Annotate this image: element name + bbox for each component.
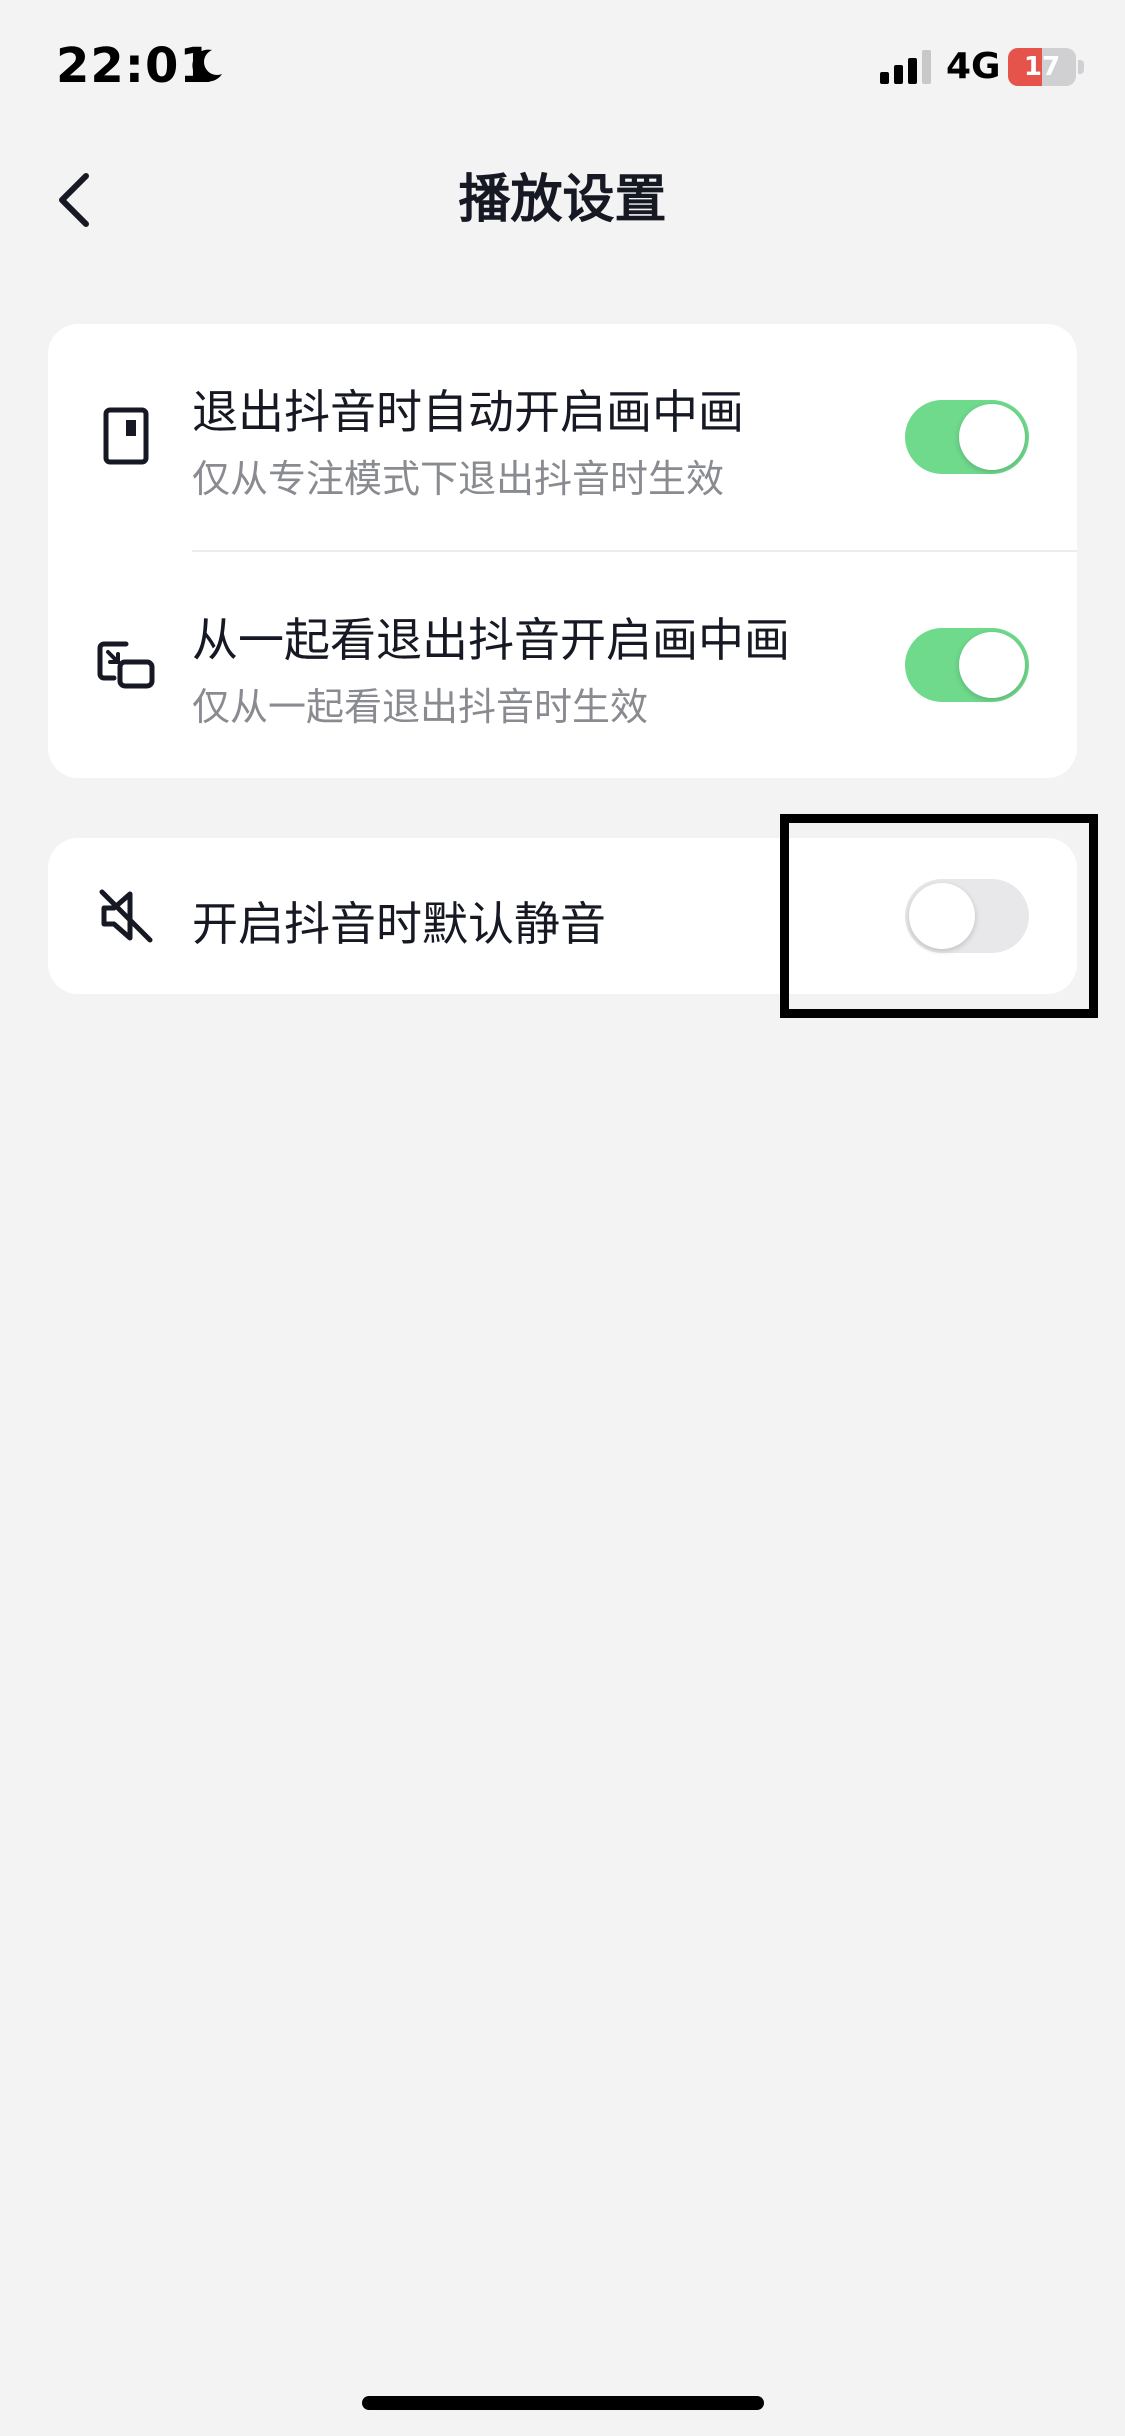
focus-mode-icon: [103, 407, 149, 465]
nav-bar: 播放设置: [0, 140, 1125, 260]
back-button[interactable]: [36, 162, 112, 238]
highlight-box: [780, 814, 1098, 1018]
battery-icon: 17: [1008, 48, 1084, 86]
screen: 22:01 4G 17 播放设置 退出抖音时自动开启画中画 仅从专注模式下退出抖…: [0, 0, 1125, 2436]
setting-subtitle: 仅从一起看退出抖音时生效: [192, 685, 649, 729]
watch-together-pip-toggle[interactable]: [905, 628, 1029, 702]
mute-icon: [99, 889, 153, 943]
setting-row-watch-together-pip[interactable]: 从一起看退出抖音开启画中画 仅从一起看退出抖音时生效: [48, 552, 1077, 778]
setting-row-auto-pip[interactable]: 退出抖音时自动开启画中画 仅从专注模式下退出抖音时生效: [48, 324, 1077, 550]
toggle-knob: [959, 404, 1025, 470]
auto-pip-toggle[interactable]: [905, 400, 1029, 474]
toggle-knob: [959, 632, 1025, 698]
status-bar: 22:01 4G 17: [0, 0, 1125, 140]
battery-cap: [1078, 60, 1084, 74]
setting-title: 开启抖音时默认静音: [192, 897, 606, 951]
setting-subtitle: 仅从专注模式下退出抖音时生效: [192, 457, 725, 501]
setting-title: 从一起看退出抖音开启画中画: [192, 613, 790, 667]
home-indicator[interactable]: [362, 2396, 764, 2410]
battery-body: 17: [1008, 48, 1076, 86]
page-title: 播放设置: [458, 170, 667, 230]
signal-icon: [880, 50, 931, 84]
pip-icon: [97, 641, 155, 689]
network-label: 4G: [946, 46, 1001, 87]
moon-icon: [192, 49, 222, 82]
pip-settings-card: 退出抖音时自动开启画中画 仅从专注模式下退出抖音时生效 从一起看退出抖音开启画中…: [48, 324, 1077, 778]
battery-level: 17: [1023, 52, 1061, 82]
chevron-left-icon: [59, 173, 89, 227]
setting-title: 退出抖音时自动开启画中画: [192, 385, 744, 439]
